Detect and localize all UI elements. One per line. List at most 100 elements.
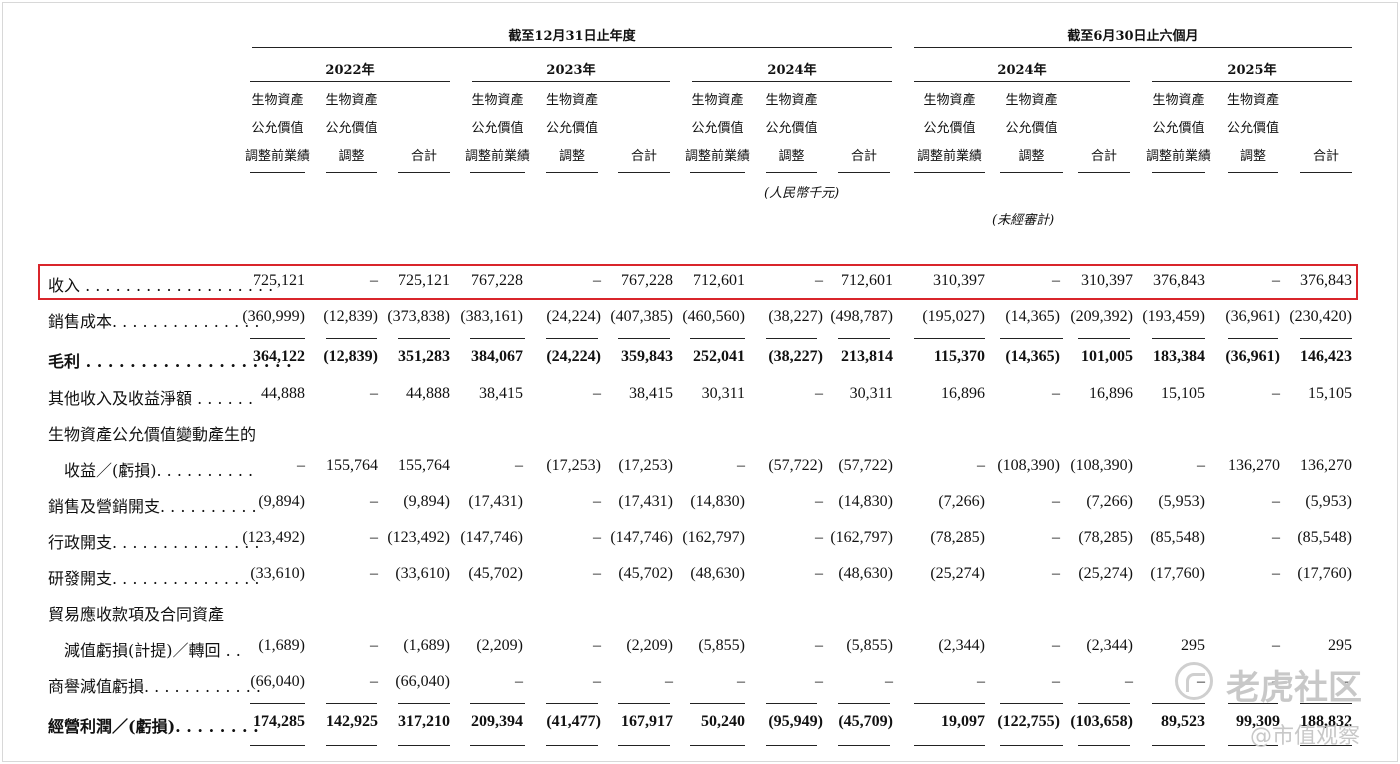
column-header-line: 生物資產 xyxy=(545,93,598,108)
table-cell: (85,548) xyxy=(1297,529,1352,546)
pre-adjustment-column-header: 生物資產公允價值調整前業績 xyxy=(1146,87,1211,171)
pre-adjustment-column-header: 生物資產公允價值調整前業績 xyxy=(244,87,311,171)
column-header-rule xyxy=(766,172,817,173)
column-header-rule xyxy=(1078,172,1130,173)
column-header-line: 調整 xyxy=(1018,149,1045,164)
row-total-rule xyxy=(914,338,985,339)
column-header-rule xyxy=(1228,172,1278,173)
row-total-rule xyxy=(1000,338,1063,339)
unaudited-note: (未經審計) xyxy=(992,213,1055,228)
column-header-rule xyxy=(326,172,377,173)
column-header-rule xyxy=(914,172,985,173)
row-total-rule xyxy=(914,703,985,704)
column-header-line: 生物資產 xyxy=(251,93,304,108)
row-total-rule xyxy=(1000,745,1063,746)
column-header-line: 合計 xyxy=(630,149,657,164)
year-end-rule xyxy=(252,47,892,48)
row-total-rule xyxy=(470,338,525,339)
watermark-brand: 老虎社区 xyxy=(1226,668,1362,708)
table-cell: 146,423 xyxy=(1300,348,1352,365)
column-header-line: 生物資產 xyxy=(325,93,378,108)
column-header-rule xyxy=(618,172,670,173)
column-header-line: 生物資產 xyxy=(471,93,524,108)
total-column-header: 合計 xyxy=(1294,87,1358,171)
tiger-logo-icon xyxy=(1175,662,1213,700)
column-header-line: 調整前業績 xyxy=(1146,149,1212,164)
row-label: 貿易應收款項及合同資產 xyxy=(48,605,225,624)
column-header-line: 公允價值 xyxy=(325,121,378,136)
column-header-rule xyxy=(250,172,305,173)
row-total-rule xyxy=(326,338,377,339)
row-total-rule xyxy=(766,338,817,339)
row-total-rule xyxy=(690,703,745,704)
currency-note: (人民幣千元) xyxy=(764,186,840,201)
column-header-line: 公允價值 xyxy=(251,121,304,136)
row-total-rule xyxy=(766,703,817,704)
row-total-rule xyxy=(398,338,450,339)
row-total-rule xyxy=(546,338,598,339)
row-total-rule xyxy=(470,703,525,704)
column-header-line: 生物資產 xyxy=(1152,93,1205,108)
six-month-rule xyxy=(914,47,1352,48)
column-header-line: 合計 xyxy=(410,149,437,164)
column-header-line: 公允價值 xyxy=(1226,121,1279,136)
row-total-rule xyxy=(690,338,745,339)
row-total-rule xyxy=(398,745,450,746)
column-header-line: 生物資產 xyxy=(1005,93,1058,108)
row-total-rule xyxy=(250,703,305,704)
row-total-rule xyxy=(1300,338,1352,339)
table-cell: 15,105 xyxy=(1308,385,1352,402)
row-total-rule xyxy=(618,338,670,339)
row-label: 生物資產公允價值變動產生的 xyxy=(48,425,257,444)
adjustment-column-header: 生物資產公允價值調整 xyxy=(540,87,604,171)
row-total-rule xyxy=(618,745,670,746)
column-header-line: 公允價值 xyxy=(1152,121,1205,136)
row-total-rule xyxy=(1152,338,1205,339)
total-column-header: 合計 xyxy=(1072,87,1136,171)
row-total-rule xyxy=(618,703,670,704)
column-header-line: 合計 xyxy=(1090,149,1117,164)
column-header-line: 公允價值 xyxy=(1005,121,1058,136)
row-total-rule xyxy=(546,745,598,746)
column-header-line: 公允價值 xyxy=(471,121,524,136)
adjustment-column-header: 生物資產 公允價值 調整 xyxy=(320,87,383,171)
period-header: 2022年 xyxy=(325,63,375,78)
row-total-rule xyxy=(766,745,817,746)
row-total-rule xyxy=(1078,703,1130,704)
period-rule xyxy=(250,81,450,82)
column-header-line: 公允價值 xyxy=(691,121,744,136)
adjustment-column-header: 生物資產 公允價值 調整 xyxy=(1222,87,1284,171)
year-end-header: 截至12月31日止年度 xyxy=(508,29,636,44)
column-header-line: 調整 xyxy=(558,149,585,164)
column-header-line: 調整前業績 xyxy=(464,149,530,164)
column-header-line: 調整 xyxy=(1239,149,1266,164)
revenue-row-highlight xyxy=(38,264,1358,300)
total-column-header: 合計 xyxy=(612,87,676,171)
pre-adjustment-column-header: 生物資產公允價值調整前業績 xyxy=(464,87,531,171)
column-header-rule xyxy=(838,172,890,173)
table-cell: 295 xyxy=(1328,637,1352,654)
row-total-rule xyxy=(1152,745,1205,746)
column-header-line: 調整前業績 xyxy=(244,149,310,164)
column-header-rule xyxy=(470,172,525,173)
row-total-rule xyxy=(690,745,745,746)
period-rule xyxy=(692,81,892,82)
period-rule xyxy=(472,81,670,82)
column-header-rule xyxy=(1000,172,1063,173)
watermark-account: @市值观察 xyxy=(1250,724,1361,749)
column-header-line: 合計 xyxy=(1312,149,1339,164)
row-total-rule xyxy=(914,745,985,746)
pre-adjustment-column-header: 生物資產 公允價值 調整前業績 xyxy=(908,87,991,171)
table-cell: (5,953) xyxy=(1305,493,1352,510)
table-cell: 136,270 xyxy=(1300,457,1352,474)
column-header-line: 公允價值 xyxy=(545,121,598,136)
column-header-line: 公允價值 xyxy=(923,121,976,136)
period-header: 2025年 xyxy=(1227,63,1277,78)
adjustment-column-header: 生物資產 公允價值 調整 xyxy=(760,87,823,171)
row-total-rule xyxy=(1228,338,1278,339)
total-column-header: 合計 xyxy=(392,87,456,171)
row-total-rule xyxy=(326,745,377,746)
column-header-rule xyxy=(398,172,450,173)
pre-adjustment-column-header: 生物資產 公允價值 調整前業績 xyxy=(684,87,751,171)
total-column-header: 合計 xyxy=(832,87,896,171)
